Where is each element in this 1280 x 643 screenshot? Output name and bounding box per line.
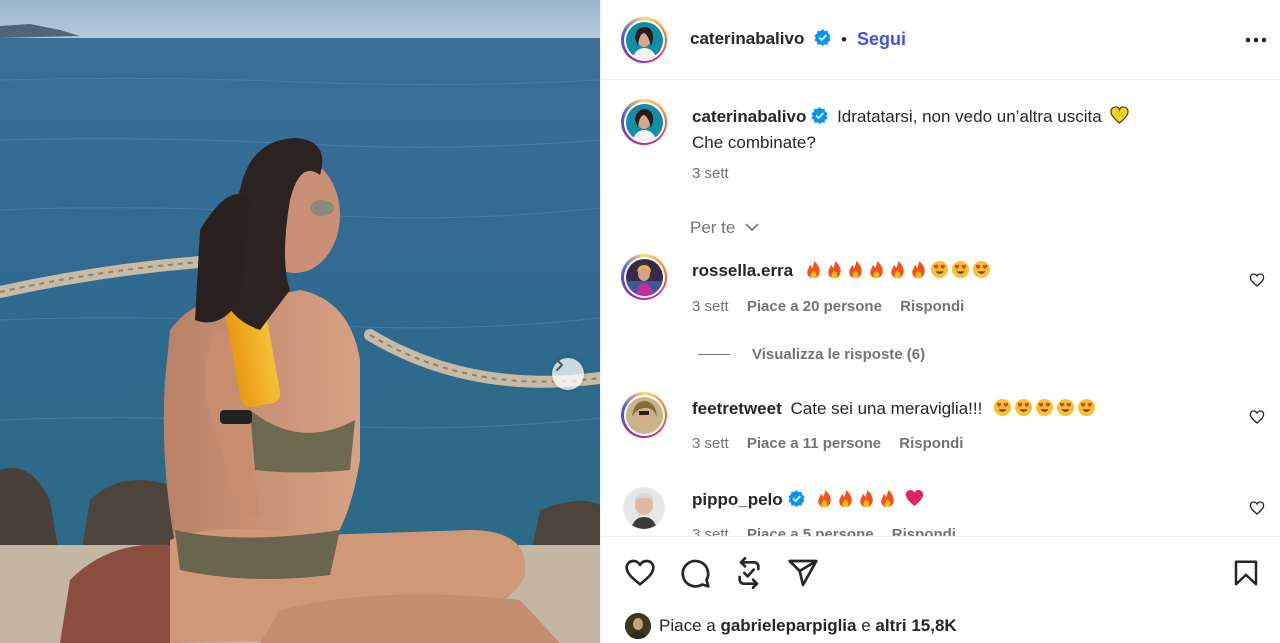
comment-like-heart-icon[interactable] bbox=[1249, 272, 1265, 288]
caption-time: 3 sett bbox=[692, 165, 729, 182]
author-username[interactable]: caterinabalivo bbox=[690, 29, 804, 48]
likes-others[interactable]: altri 15,8K bbox=[875, 616, 956, 636]
post-actions: Piace a gabrieleparpiglia e altri 15,8K bbox=[601, 536, 1280, 643]
caption: caterinabalivo Idratatarsi, non vedo un’… bbox=[692, 104, 1252, 156]
comment-avatar[interactable] bbox=[621, 254, 667, 300]
fire-emoji-icon bbox=[839, 489, 853, 508]
fire-emoji-icon bbox=[807, 260, 820, 279]
heart-eyes-emoji-icon bbox=[994, 398, 1012, 417]
fire-emoji-icon bbox=[818, 489, 832, 508]
comment-icon[interactable] bbox=[679, 557, 711, 589]
share-icon[interactable] bbox=[787, 557, 819, 589]
comment-reply-button[interactable]: Rispondi bbox=[892, 526, 956, 536]
comment-like-heart-icon[interactable] bbox=[1249, 500, 1265, 516]
comment-time: 3 sett bbox=[692, 526, 729, 536]
comment-emojis bbox=[815, 489, 926, 509]
comments-sort-dropdown[interactable]: Per te bbox=[690, 218, 760, 238]
likes-conjunction: e bbox=[861, 616, 871, 635]
fire-emoji-icon bbox=[870, 260, 883, 279]
post-panel: caterinabalivo • Segui caterinabalivo Id… bbox=[600, 0, 1280, 643]
chevron-down-icon bbox=[745, 223, 759, 232]
separator-dot: • bbox=[841, 30, 847, 49]
follow-button[interactable]: Segui bbox=[857, 29, 906, 50]
fire-emoji-icon bbox=[860, 489, 874, 508]
heart-eyes-emoji-icon bbox=[930, 260, 948, 279]
liker-avatar-image bbox=[625, 613, 651, 639]
verified-badge-icon bbox=[814, 29, 831, 46]
comment-like-heart-icon[interactable] bbox=[1249, 409, 1265, 425]
fire-emoji-icon bbox=[849, 260, 862, 279]
comment-avatar-image bbox=[625, 258, 663, 296]
comment-meta: 3 sett Piace a 20 persone Rispondi bbox=[692, 298, 964, 315]
heart-eyes-emoji-icon bbox=[972, 260, 990, 279]
comment-time: 3 sett bbox=[692, 435, 729, 452]
sort-label: Per te bbox=[690, 218, 736, 237]
comment-avatar-image bbox=[623, 487, 665, 529]
comment-likes-count[interactable]: Piace a 5 persone bbox=[747, 526, 874, 536]
comment-reply-button[interactable]: Rispondi bbox=[900, 298, 964, 315]
heart-eyes-emoji-icon bbox=[1015, 398, 1033, 417]
comment-username[interactable]: feetretweet bbox=[692, 399, 782, 418]
comment-avatar-image bbox=[625, 396, 663, 434]
caption-username[interactable]: caterinabalivo bbox=[692, 107, 806, 126]
liker-avatar[interactable] bbox=[625, 613, 651, 639]
author-avatar[interactable] bbox=[621, 17, 667, 63]
author-name-row: caterinabalivo bbox=[690, 29, 831, 49]
comment-avatar[interactable] bbox=[621, 392, 667, 438]
verified-badge-icon bbox=[788, 490, 805, 507]
comment-avatar[interactable] bbox=[623, 487, 665, 529]
chevron-right-icon bbox=[556, 359, 563, 371]
comment-username[interactable]: rossella.erra bbox=[692, 261, 793, 280]
heart-eyes-emoji-icon bbox=[1078, 398, 1096, 417]
yellow-heart-icon bbox=[1110, 106, 1130, 124]
next-photo-button[interactable] bbox=[552, 358, 584, 390]
comment-username[interactable]: pippo_pelo bbox=[692, 490, 783, 509]
comment-emojis bbox=[993, 398, 1098, 418]
post-image bbox=[0, 0, 600, 643]
comments-section[interactable]: caterinabalivo Idratatarsi, non vedo un’… bbox=[601, 81, 1280, 536]
likes-user[interactable]: gabrieleparpiglia bbox=[720, 616, 856, 636]
comment-text-row: pippo_pelo bbox=[692, 487, 926, 513]
likes-summary: Piace a gabrieleparpiglia e altri 15,8K bbox=[625, 613, 957, 639]
caption-avatar[interactable] bbox=[621, 99, 667, 145]
likes-prefix: Piace a bbox=[659, 616, 716, 635]
comment-emojis bbox=[804, 260, 993, 280]
red-heart-emoji-icon bbox=[906, 489, 924, 507]
replies-line bbox=[698, 354, 730, 355]
fire-emoji-icon bbox=[912, 260, 925, 279]
comment-reply-button[interactable]: Rispondi bbox=[899, 435, 963, 452]
heart-eyes-emoji-icon bbox=[951, 260, 969, 279]
author-avatar-image bbox=[625, 21, 663, 59]
heart-eyes-emoji-icon bbox=[1036, 398, 1054, 417]
comment-meta: 3 sett Piace a 11 persone Rispondi bbox=[692, 435, 963, 452]
comment-text-row: rossella.erra bbox=[692, 258, 993, 284]
like-heart-icon[interactable] bbox=[623, 557, 657, 589]
fire-emoji-icon bbox=[891, 260, 904, 279]
comment-text-row: feetretweet Cate sei una meraviglia!!! bbox=[692, 396, 1098, 422]
comment-likes-count[interactable]: Piace a 20 persone bbox=[747, 298, 882, 315]
more-options-icon[interactable] bbox=[1244, 30, 1268, 50]
caption-line-1: Idratatarsi, non vedo un’altra uscita bbox=[837, 107, 1102, 126]
repost-icon[interactable] bbox=[733, 557, 765, 589]
comment-text: Cate sei una meraviglia!!! bbox=[790, 399, 983, 418]
post-header: caterinabalivo • Segui bbox=[601, 0, 1280, 80]
post-photo bbox=[0, 0, 600, 643]
view-replies-button[interactable]: Visualizza le risposte (6) bbox=[752, 346, 925, 363]
bookmark-icon[interactable] bbox=[1231, 557, 1261, 589]
fire-emoji-icon bbox=[828, 260, 841, 279]
fire-emoji-icon bbox=[881, 489, 895, 508]
comment-meta: 3 sett Piace a 5 persone Rispondi bbox=[692, 526, 956, 536]
heart-eyes-emoji-icon bbox=[1057, 398, 1075, 417]
comment-likes-count[interactable]: Piace a 11 persone bbox=[747, 435, 881, 452]
caption-avatar-image bbox=[625, 103, 663, 141]
verified-badge-icon bbox=[811, 107, 828, 124]
comment-time: 3 sett bbox=[692, 298, 729, 315]
caption-line-2: Che combinate? bbox=[692, 133, 816, 152]
